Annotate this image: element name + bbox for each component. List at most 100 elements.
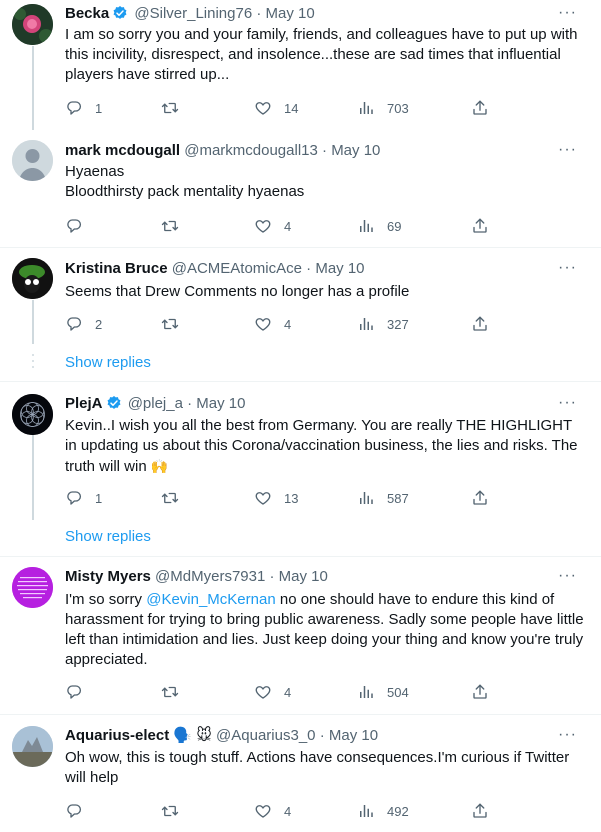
show-replies-link[interactable]: Show replies xyxy=(65,528,151,545)
action-bar: 1 14 703 xyxy=(65,98,495,118)
author-name[interactable]: Misty Myers xyxy=(65,568,151,585)
like-button[interactable]: 4 xyxy=(254,216,291,236)
tweet-date[interactable]: May 10 xyxy=(329,727,378,744)
default-avatar-icon xyxy=(12,140,53,181)
retweet-button[interactable] xyxy=(161,98,179,118)
avatar-kristina-bruce[interactable] xyxy=(12,258,53,299)
avatar-image xyxy=(12,4,53,45)
tweet-kristina-bruce[interactable]: Kristina Bruce @ACMEAtomicAce · May 10 ·… xyxy=(0,248,601,380)
more-icon[interactable]: ··· xyxy=(558,567,577,585)
tweet-header: PlejA @plej_a · May 10 xyxy=(65,394,246,414)
reply-icon xyxy=(65,802,83,820)
reply-button[interactable]: 1 xyxy=(65,98,102,118)
author-handle[interactable]: @markmcdougall13 xyxy=(184,142,318,159)
views-button[interactable]: 69 xyxy=(357,216,401,236)
share-button[interactable] xyxy=(471,801,489,821)
retweet-button[interactable] xyxy=(161,682,179,702)
tweet-mark-mcdougall[interactable]: mark mcdougall @markmcdougall13 · May 10… xyxy=(0,130,601,248)
tweet-aquarius-elect[interactable]: Aquarius-elect 🗣️ 🐭 @Aquarius3_0 · May 1… xyxy=(0,715,601,832)
like-count: 14 xyxy=(284,100,299,116)
views-button[interactable]: 587 xyxy=(357,488,409,508)
like-count: 4 xyxy=(284,218,292,234)
share-button[interactable] xyxy=(471,216,489,236)
separator: · xyxy=(319,727,325,744)
views-icon xyxy=(357,683,375,701)
tweet-date[interactable]: May 10 xyxy=(331,142,380,159)
tweet-text-content: Kevin..I wish you all the best from Germ… xyxy=(65,417,578,475)
action-bar: 4 504 xyxy=(65,682,495,702)
views-icon xyxy=(357,99,375,117)
author-name[interactable]: mark mcdougall xyxy=(65,142,180,159)
reply-button[interactable] xyxy=(65,801,83,821)
separator: · xyxy=(322,142,328,159)
views-icon xyxy=(357,217,375,235)
avatar-becka[interactable] xyxy=(12,4,53,45)
avatar-misty-myers[interactable] xyxy=(12,567,53,608)
author-name[interactable]: Kristina Bruce xyxy=(65,260,168,277)
tweet-pleja[interactable]: PlejA @plej_a · May 10 ··· Kevin..I wish… xyxy=(0,382,601,556)
reply-button[interactable] xyxy=(65,682,83,702)
reply-button[interactable]: 1 xyxy=(65,488,102,508)
tweet-text: Seems that Drew Comments no longer has a… xyxy=(65,283,410,300)
tweet-date[interactable]: May 10 xyxy=(196,395,245,412)
more-icon[interactable]: ··· xyxy=(558,141,577,159)
share-button[interactable] xyxy=(471,98,489,118)
views-count: 327 xyxy=(387,316,409,332)
author-handle[interactable]: @ACMEAtomicAce xyxy=(172,260,302,277)
retweet-button[interactable] xyxy=(161,314,179,334)
views-count: 69 xyxy=(387,218,402,234)
like-button[interactable]: 4 xyxy=(254,682,291,702)
tweet-header: mark mcdougall @markmcdougall13 · May 10 xyxy=(65,141,380,161)
author-handle[interactable]: @MdMyers7931 xyxy=(155,568,265,585)
tweet-misty-myers[interactable]: Misty Myers @MdMyers7931 · May 10 ··· I'… xyxy=(0,557,601,713)
action-bar: 4 69 xyxy=(65,216,495,236)
author-name[interactable]: Aquarius-elect xyxy=(65,727,169,744)
author-handle[interactable]: @Silver_Lining76 xyxy=(134,5,252,22)
author-name[interactable]: PlejA xyxy=(65,395,103,412)
avatar-pleja[interactable] xyxy=(12,394,53,435)
views-icon xyxy=(357,802,375,820)
reply-icon xyxy=(65,489,83,507)
views-button[interactable]: 504 xyxy=(357,682,409,702)
more-icon[interactable]: ··· xyxy=(558,4,577,22)
avatar-image xyxy=(12,258,53,299)
views-count: 587 xyxy=(387,490,409,506)
tweet-date[interactable]: May 10 xyxy=(315,260,364,277)
retweet-button[interactable] xyxy=(161,216,179,236)
show-replies-link[interactable]: Show replies xyxy=(65,354,151,371)
views-button[interactable]: 327 xyxy=(357,314,409,334)
share-button[interactable] xyxy=(471,488,489,508)
more-icon[interactable]: ··· xyxy=(558,726,577,744)
retweet-button[interactable] xyxy=(161,801,179,821)
retweet-button[interactable] xyxy=(161,488,179,508)
reply-button[interactable]: 2 xyxy=(65,314,102,334)
more-icon[interactable]: ··· xyxy=(558,394,577,412)
tweet-header: Aquarius-elect 🗣️ 🐭 @Aquarius3_0 · May 1… xyxy=(65,726,378,746)
views-button[interactable]: 703 xyxy=(357,98,409,118)
author-name[interactable]: Becka xyxy=(65,5,109,22)
avatar-mark-mcdougall[interactable] xyxy=(12,140,53,181)
like-icon xyxy=(254,315,272,333)
share-button[interactable] xyxy=(471,314,489,334)
share-button[interactable] xyxy=(471,682,489,702)
views-button[interactable]: 492 xyxy=(357,801,409,821)
tweet-date[interactable]: May 10 xyxy=(279,568,328,585)
reply-button[interactable] xyxy=(65,216,83,236)
like-button[interactable]: 13 xyxy=(254,488,298,508)
like-button[interactable]: 14 xyxy=(254,98,298,118)
like-count: 4 xyxy=(284,803,292,819)
tweet-header: Kristina Bruce @ACMEAtomicAce · May 10 xyxy=(65,259,365,279)
tweet-header: Misty Myers @MdMyers7931 · May 10 xyxy=(65,567,328,587)
tweet-becka[interactable]: Becka @Silver_Lining76 · May 10 ··· I am… xyxy=(0,0,601,130)
share-icon xyxy=(471,489,489,507)
author-handle[interactable]: @plej_a xyxy=(128,395,183,412)
like-icon xyxy=(254,802,272,820)
more-icon[interactable]: ··· xyxy=(558,259,577,277)
avatar-aquarius-elect[interactable] xyxy=(12,726,53,767)
like-button[interactable]: 4 xyxy=(254,314,291,334)
like-icon xyxy=(254,683,272,701)
mention-link[interactable]: @Kevin_McKernan xyxy=(146,591,275,608)
author-handle[interactable]: @Aquarius3_0 xyxy=(216,727,315,744)
like-button[interactable]: 4 xyxy=(254,801,291,821)
tweet-date[interactable]: May 10 xyxy=(266,5,315,22)
